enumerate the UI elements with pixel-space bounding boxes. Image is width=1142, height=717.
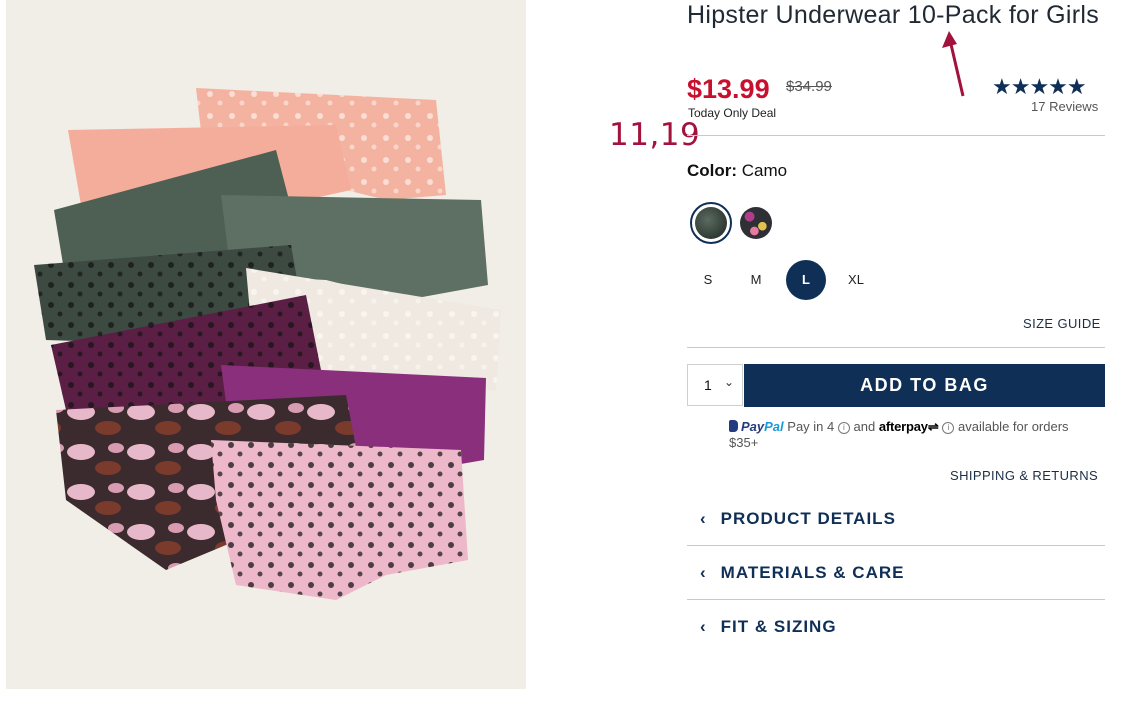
paypal-brand-a: Pay bbox=[741, 419, 765, 434]
accordion-materials-care[interactable]: ‹ MATERIALS & CARE bbox=[700, 563, 904, 583]
original-price: $34.99 bbox=[786, 78, 832, 95]
camo-swatch-icon bbox=[695, 207, 727, 239]
afterpay-info-icon[interactable]: i bbox=[942, 422, 955, 434]
size-option-m[interactable]: M bbox=[736, 260, 776, 300]
size-option-l[interactable]: L bbox=[786, 260, 826, 300]
color-label: Color: Camo bbox=[687, 161, 787, 181]
size-option-xl[interactable]: XL bbox=[836, 260, 876, 300]
annotation-arrow-icon bbox=[942, 31, 965, 97]
divider bbox=[687, 347, 1105, 348]
chevron-left-icon: ‹ bbox=[700, 617, 707, 636]
chevron-down-icon: ⌄ bbox=[724, 375, 735, 389]
divider bbox=[687, 599, 1105, 600]
swatch-camo[interactable] bbox=[690, 202, 732, 244]
size-option-s[interactable]: S bbox=[688, 260, 728, 300]
product-title: Hipster Underwear 10-Pack for Girls bbox=[687, 1, 1100, 29]
product-image[interactable] bbox=[6, 0, 526, 689]
divider bbox=[687, 545, 1105, 546]
quantity-value: 1 bbox=[704, 377, 712, 393]
swatch-floral[interactable] bbox=[740, 207, 772, 239]
deal-label: Today Only Deal bbox=[688, 106, 777, 120]
chevron-left-icon: ‹ bbox=[700, 509, 707, 528]
color-value: Camo bbox=[741, 161, 788, 180]
color-label-title: Color: bbox=[687, 161, 738, 180]
sale-price: $13.99 bbox=[687, 74, 770, 104]
paypal-brand-b: Pal bbox=[764, 419, 784, 434]
shipping-returns-link[interactable]: SHIPPING & RETURNS bbox=[950, 468, 1098, 483]
afterpay-logo: afterpay bbox=[878, 419, 928, 434]
accordion-label: FIT & SIZING bbox=[720, 617, 837, 636]
payment-options: PayPal Pay in 4 i and afterpay⇌ i availa… bbox=[729, 419, 1089, 451]
paypal-icon bbox=[729, 420, 738, 432]
paypal-text: Pay in 4 bbox=[787, 419, 835, 434]
quantity-select[interactable]: 1 ⌄ bbox=[687, 364, 743, 406]
accordion-label: MATERIALS & CARE bbox=[720, 563, 905, 582]
accordion-fit-sizing[interactable]: ‹ FIT & SIZING bbox=[700, 617, 837, 637]
paypal-logo: PayPal bbox=[741, 419, 784, 434]
paypal-info-icon[interactable]: i bbox=[837, 422, 850, 434]
add-to-bag-button[interactable]: ADD TO BAG bbox=[744, 364, 1105, 407]
divider bbox=[687, 135, 1105, 136]
and-text: and bbox=[853, 419, 876, 434]
rating-stars[interactable]: ★★★★★ bbox=[992, 74, 1087, 100]
reviews-link[interactable]: 17 Reviews bbox=[1031, 99, 1098, 114]
accordion-product-details[interactable]: ‹ PRODUCT DETAILS bbox=[700, 509, 896, 529]
accordion-label: PRODUCT DETAILS bbox=[720, 509, 896, 528]
chevron-left-icon: ‹ bbox=[700, 563, 707, 582]
size-guide-link[interactable]: SIZE GUIDE bbox=[1023, 316, 1101, 331]
afterpay-loop-icon: ⇌ bbox=[927, 419, 939, 434]
